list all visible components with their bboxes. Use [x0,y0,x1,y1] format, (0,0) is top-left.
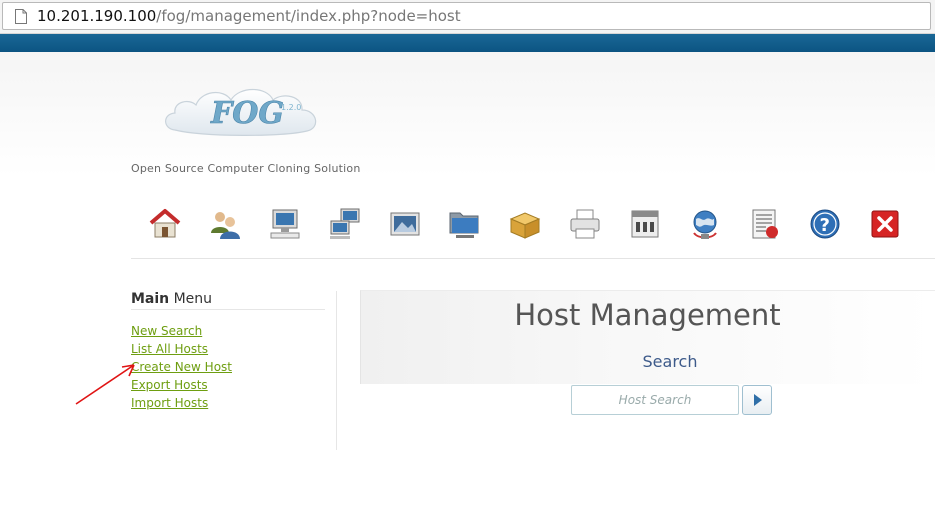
new-search-link[interactable]: New Search [131,324,202,338]
printer-icon[interactable] [568,207,602,241]
play-arrow-icon [754,394,762,406]
groups-icon[interactable] [328,207,362,241]
search-submit-button[interactable] [742,385,772,415]
sidebar-menu: New Search List All Hosts Create New Hos… [131,320,232,410]
sidebar-title-divider [131,309,325,310]
nav-divider [131,258,935,259]
host-icon[interactable] [268,207,302,241]
reports-icon[interactable] [748,207,782,241]
create-new-host-link[interactable]: Create New Host [131,360,232,374]
host-search-input[interactable] [571,385,739,415]
page-icon [15,9,27,24]
logout-icon[interactable] [868,207,902,241]
list-item: Import Hosts [131,392,232,410]
import-hosts-link[interactable]: Import Hosts [131,396,208,410]
storage-icon[interactable] [448,207,482,241]
main-navigation: ? [140,207,920,247]
service-icon[interactable] [628,207,662,241]
svg-text:?: ? [820,215,830,236]
svg-text:1.2.0: 1.2.0 [281,103,301,112]
help-icon[interactable]: ? [808,207,842,241]
url-field[interactable]: 10.201.190.100/fog/management/index.php?… [2,2,931,30]
list-item: New Search [131,320,232,338]
sidebar-divider [336,291,337,450]
list-all-hosts-link[interactable]: List All Hosts [131,342,208,356]
fog-logo: FOG 1.2.0 [165,88,317,136]
annotation-arrow-icon [75,364,135,405]
search-heading: Search [642,352,698,371]
export-hosts-link[interactable]: Export Hosts [131,378,208,392]
top-band [0,34,935,52]
images-icon[interactable] [388,207,422,241]
sidebar-title: Main Menu [131,291,213,307]
tagline: Open Source Computer Cloning Solution [131,162,361,175]
browser-address-bar: 10.201.190.100/fog/management/index.php?… [0,0,935,34]
list-item: Create New Host [131,356,232,374]
svg-text:FOG: FOG [210,96,284,131]
home-icon[interactable] [148,207,182,241]
list-item: Export Hosts [131,374,232,392]
list-item: List All Hosts [131,338,232,356]
page-title: Host Management [514,298,781,332]
header: FOG 1.2.0 Open Source Computer Cloning S… [0,52,935,260]
users-icon[interactable] [208,207,242,241]
tasks-icon[interactable] [688,207,722,241]
snapins-icon[interactable] [508,207,542,241]
url-text: 10.201.190.100/fog/management/index.php?… [37,7,461,25]
